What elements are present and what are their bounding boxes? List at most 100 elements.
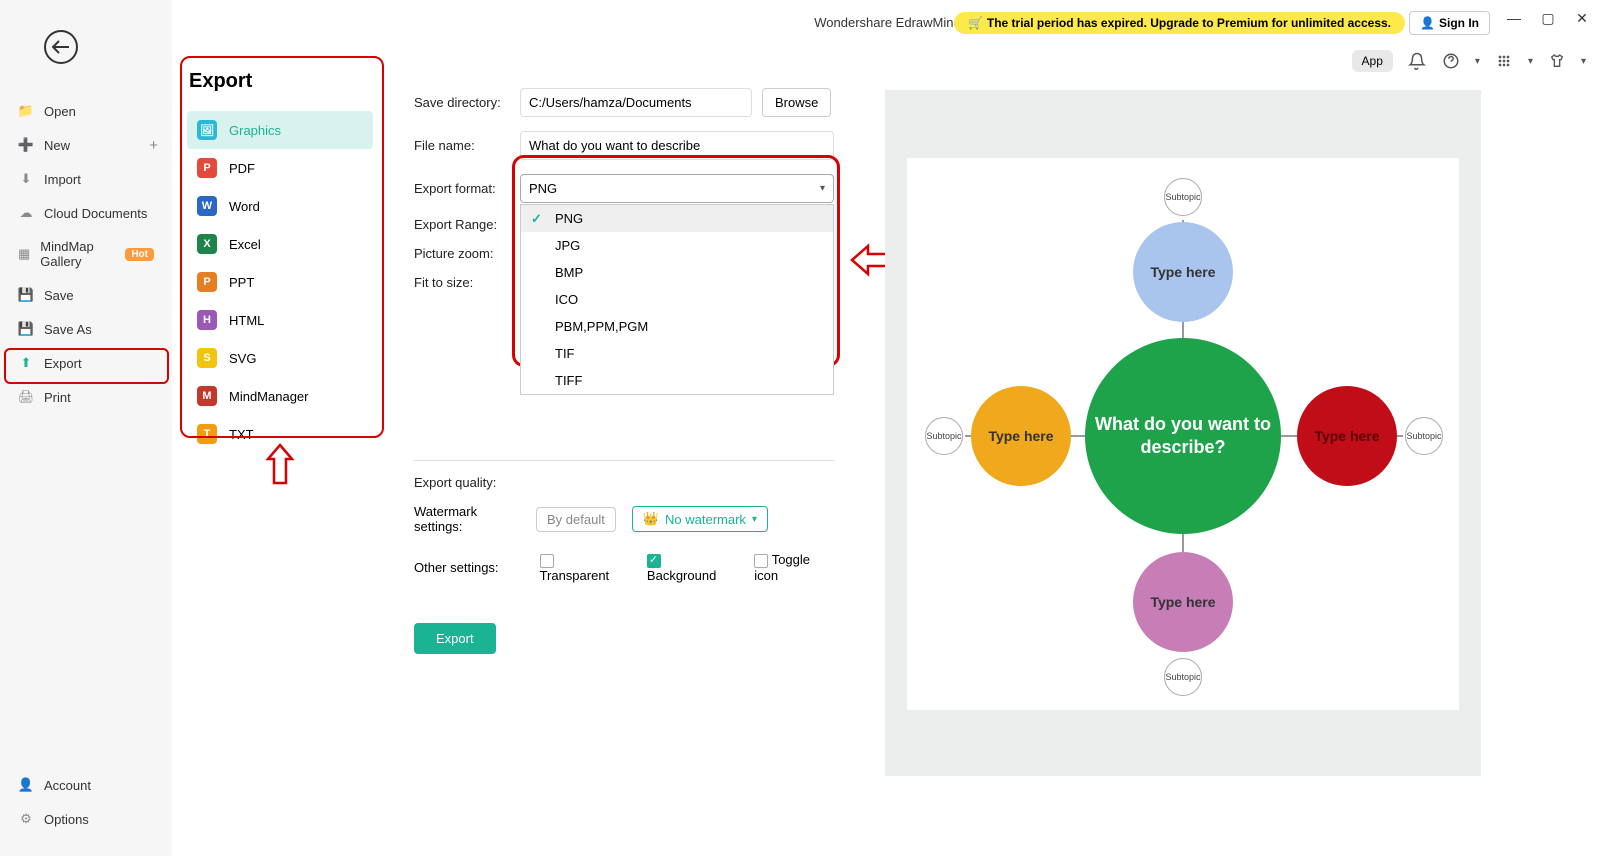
app-pill[interactable]: App bbox=[1352, 50, 1393, 72]
branch-right[interactable]: Type here bbox=[1297, 386, 1397, 486]
format-option-tiff[interactable]: TIFF bbox=[521, 367, 833, 394]
chevron-down-icon: ▾ bbox=[752, 514, 757, 525]
export-type-word[interactable]: W Word bbox=[187, 187, 373, 225]
label: Export bbox=[44, 356, 82, 371]
signin-button[interactable]: 👤 Sign In bbox=[1409, 11, 1490, 35]
close-icon[interactable]: ✕ bbox=[1574, 10, 1590, 26]
center-node[interactable]: What do you want to describe? bbox=[1085, 338, 1281, 534]
sidebar-item-gallery[interactable]: ▦MindMap GalleryHot bbox=[0, 230, 172, 278]
help-icon[interactable] bbox=[1441, 51, 1461, 71]
wm-default-option[interactable]: By default bbox=[536, 507, 616, 532]
range-label: Export Range: bbox=[414, 217, 520, 232]
grid-icon[interactable] bbox=[1494, 51, 1514, 71]
trial-text: The trial period has expired. Upgrade to… bbox=[987, 16, 1391, 30]
label: Open bbox=[44, 104, 76, 119]
subtopic-right[interactable]: Subtopic bbox=[1405, 417, 1443, 455]
label: MindMap Gallery bbox=[40, 239, 115, 269]
crown-icon: 👑 bbox=[643, 511, 659, 527]
sidebar-item-options[interactable]: ⚙Options bbox=[0, 802, 172, 836]
sidebar-item-account[interactable]: 👤Account bbox=[0, 768, 172, 802]
transparent-checkbox[interactable]: Transparent bbox=[540, 552, 623, 583]
format-option-png[interactable]: ✓PNG bbox=[521, 205, 833, 232]
html-icon: H bbox=[197, 310, 217, 330]
label: HTML bbox=[229, 313, 264, 328]
sidebar-item-cloud[interactable]: ☁Cloud Documents bbox=[0, 196, 172, 230]
user-icon: 👤 bbox=[1420, 16, 1435, 30]
sidebar-item-save[interactable]: 💾Save bbox=[0, 278, 172, 312]
quality-label: Export quality: bbox=[414, 475, 520, 490]
label: Account bbox=[44, 778, 91, 793]
format-option-tif[interactable]: TIF bbox=[521, 340, 833, 367]
sidebar-item-export[interactable]: ⬆ Export bbox=[0, 346, 172, 380]
bell-icon[interactable] bbox=[1407, 51, 1427, 71]
label: New bbox=[44, 138, 70, 153]
export-type-txt[interactable]: TTXT bbox=[187, 415, 373, 453]
label: Word bbox=[229, 199, 260, 214]
export-type-pdf[interactable]: PPDF bbox=[187, 149, 373, 187]
format-label: Export format: bbox=[414, 181, 520, 196]
browse-button[interactable]: Browse bbox=[762, 88, 831, 117]
format-option-jpg[interactable]: JPG bbox=[521, 232, 833, 259]
ppt-icon: P bbox=[197, 272, 217, 292]
preview-pane: What do you want to describe? Type here … bbox=[885, 90, 1481, 776]
label: PBM,PPM,PGM bbox=[555, 319, 648, 334]
label: Save As bbox=[44, 322, 92, 337]
plus-circle-icon: ➕ bbox=[18, 137, 34, 153]
export-type-mindmanager[interactable]: MMindManager bbox=[187, 377, 373, 415]
wm-none-option[interactable]: 👑 No watermark ▾ bbox=[632, 506, 768, 532]
format-option-ico[interactable]: ICO bbox=[521, 286, 833, 313]
export-type-excel[interactable]: XExcel bbox=[187, 225, 373, 263]
export-type-graphics[interactable]: 🖼Graphics bbox=[187, 111, 373, 149]
mindmanager-icon: M bbox=[197, 386, 217, 406]
branch-bottom[interactable]: Type here bbox=[1133, 552, 1233, 652]
subtopic-top[interactable]: Subtopic bbox=[1164, 178, 1202, 216]
export-type-html[interactable]: H HTML bbox=[187, 301, 373, 339]
word-icon: W bbox=[197, 196, 217, 216]
label: JPG bbox=[555, 238, 580, 253]
shirt-icon[interactable] bbox=[1547, 51, 1567, 71]
print-icon: 🖨 bbox=[18, 389, 34, 405]
save-dir-label: Save directory: bbox=[414, 95, 520, 110]
export-icon: ⬆ bbox=[18, 355, 34, 371]
maximize-icon[interactable]: ▢ bbox=[1540, 10, 1556, 26]
format-option-pbm[interactable]: PBM,PPM,PGM bbox=[521, 313, 833, 340]
subtopic-bottom[interactable]: Subtopic bbox=[1164, 658, 1202, 696]
format-option-bmp[interactable]: BMP bbox=[521, 259, 833, 286]
format-select[interactable]: PNG bbox=[520, 174, 834, 203]
watermark-label: Watermark settings: bbox=[414, 504, 520, 534]
export-type-svg[interactable]: SSVG bbox=[187, 339, 373, 377]
filename-input[interactable] bbox=[520, 131, 834, 160]
branch-top[interactable]: Type here bbox=[1133, 222, 1233, 322]
label: BMP bbox=[555, 265, 583, 280]
sidebar-item-print[interactable]: 🖨Print bbox=[0, 380, 172, 414]
export-button[interactable]: Export bbox=[414, 623, 496, 654]
mindmap-canvas: What do you want to describe? Type here … bbox=[907, 158, 1459, 710]
label: Options bbox=[44, 812, 89, 827]
back-button[interactable] bbox=[44, 30, 78, 64]
sidebar-item-import[interactable]: ⬇Import bbox=[0, 162, 172, 196]
subtopic-left[interactable]: Subtopic bbox=[925, 417, 963, 455]
background-checkbox[interactable]: Background bbox=[647, 552, 730, 583]
sidebar-item-open[interactable]: 📁 Open bbox=[0, 94, 172, 128]
toggle-icon-checkbox[interactable]: Toggle icon bbox=[754, 552, 834, 583]
branch-left[interactable]: Type here bbox=[971, 386, 1071, 486]
label: ICO bbox=[555, 292, 578, 307]
sidebar: 📁Open ➕New+ ⬇Import ☁Cloud Documents ▦Mi… bbox=[0, 0, 172, 856]
save-icon: 💾 bbox=[18, 287, 34, 303]
graphics-icon: 🖼 bbox=[197, 120, 217, 140]
folder-icon: 📁 bbox=[18, 103, 34, 119]
export-type-ppt[interactable]: P PPT bbox=[187, 263, 373, 301]
svg-icon: S bbox=[197, 348, 217, 368]
plus-icon[interactable]: + bbox=[149, 137, 158, 154]
sidebar-item-saveas[interactable]: 💾Save As bbox=[0, 312, 172, 346]
label: PPT bbox=[229, 275, 254, 290]
hot-badge: Hot bbox=[125, 248, 154, 261]
label: Excel bbox=[229, 237, 261, 252]
label: Cloud Documents bbox=[44, 206, 147, 221]
sidebar-item-new[interactable]: ➕ New + bbox=[0, 128, 172, 162]
fit-label: Fit to size: bbox=[414, 275, 520, 290]
minimize-icon[interactable]: — bbox=[1506, 10, 1522, 26]
zoom-label: Picture zoom: bbox=[414, 246, 520, 261]
save-dir-input[interactable] bbox=[520, 88, 752, 117]
trial-banner[interactable]: 🛒 The trial period has expired. Upgrade … bbox=[954, 12, 1405, 34]
